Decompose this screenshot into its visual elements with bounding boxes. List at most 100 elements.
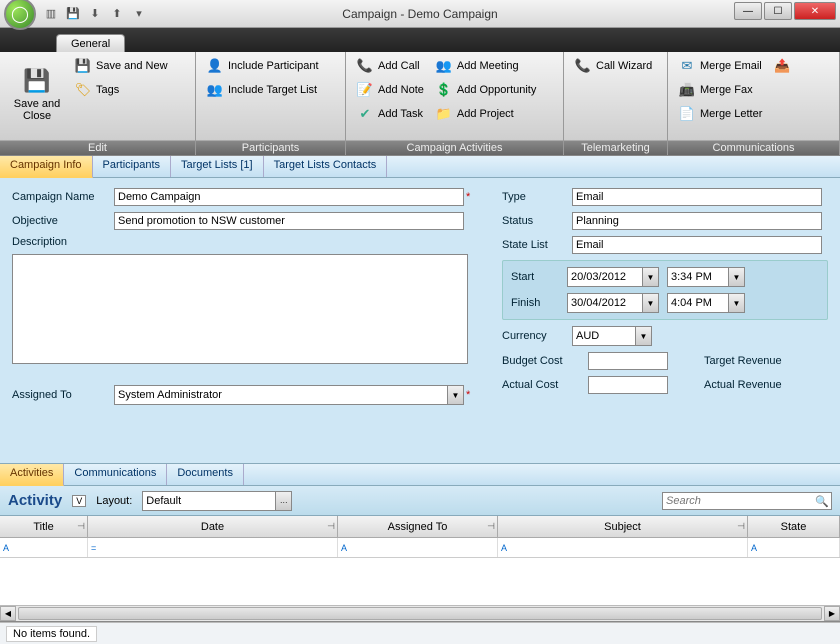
col-date[interactable]: Date⊣ [88,516,338,537]
tab-target-lists[interactable]: Target Lists [1] [171,156,264,177]
chevron-down-icon: ▼ [728,268,744,286]
include-target-list-button[interactable]: 👥Include Target List [202,79,324,101]
layout-combo[interactable]: Default… [142,491,292,511]
currency-combo[interactable]: AUD▼ [572,326,652,346]
qat-save-icon[interactable]: 💾 [64,5,82,23]
activity-view-toggle[interactable]: V [72,495,86,507]
required-marker [464,191,470,203]
filter-date[interactable]: = [88,538,338,557]
add-task-button[interactable]: ✔Add Task [352,103,429,125]
merge-fax-button[interactable]: 📠Merge Fax [674,79,767,101]
fax-icon: 📠 [679,82,695,98]
ribbon-group-telemarketing: 📞Call Wizard Telemarketing [564,52,668,155]
ribbon: 💾 Save and Close 💾Save and New 🏷Tags Edi… [0,52,840,156]
state-list-input[interactable] [572,236,822,254]
col-subject[interactable]: Subject⊣ [498,516,748,537]
tab-campaign-info[interactable]: Campaign Info [0,156,93,178]
assigned-to-combo[interactable]: System Administrator▼ [114,385,464,405]
filter-assigned[interactable]: A [338,538,498,557]
ribbon-group-activities: 📞Add Call 📝Add Note ✔Add Task 👥Add Meeti… [346,52,564,155]
chevron-down-icon: ▼ [642,268,658,286]
label-target-revenue: Target Revenue [704,355,804,367]
chevron-down-icon: ▼ [728,294,744,312]
tab-communications[interactable]: Communications [64,464,167,485]
form-tab-strip: Campaign Info Participants Target Lists … [0,156,840,178]
label-finish: Finish [511,297,567,309]
include-participant-button[interactable]: 👤Include Participant [202,55,324,77]
label-currency: Currency [502,330,572,342]
maximize-button[interactable]: ☐ [764,2,792,20]
filter-subject[interactable]: A [498,538,748,557]
label-start: Start [511,271,567,283]
note-icon: 📝 [357,82,373,98]
tab-documents[interactable]: Documents [167,464,244,485]
ribbon-tab-general[interactable]: General [56,34,125,52]
label-type: Type [502,191,572,203]
chevron-down-icon: ▼ [642,294,658,312]
app-orb[interactable]: ◯ [4,0,36,30]
label-description: Description [12,236,114,248]
horizontal-scrollbar[interactable]: ◀ ▶ [0,605,840,621]
wizard-icon: 📞 [575,58,591,74]
activity-grid: Title⊣ Date⊣ Assigned To⊣ Subject⊣ State… [0,516,840,622]
add-opportunity-button[interactable]: 💲Add Opportunity [431,79,542,101]
window-title: Campaign - Demo Campaign [342,7,497,21]
close-button[interactable]: ✕ [794,2,836,20]
budget-cost-input[interactable] [588,352,668,370]
tab-participants[interactable]: Participants [93,156,171,177]
campaign-name-input[interactable] [114,188,464,206]
scroll-right-icon[interactable]: ▶ [824,606,840,621]
tab-target-lists-contacts[interactable]: Target Lists Contacts [264,156,388,177]
scroll-thumb[interactable] [18,607,822,620]
label-campaign-name: Campaign Name [12,191,114,203]
finish-time-picker[interactable]: 4:04 PM▼ [667,293,745,313]
pin-icon: ⊣ [487,521,495,532]
tags-button[interactable]: 🏷Tags [70,79,173,101]
qat-dropdown-icon[interactable]: ▾ [130,5,148,23]
filter-state[interactable]: A [748,538,840,557]
ribbon-group-edit: 💾 Save and Close 💾Save and New 🏷Tags Edi… [0,52,196,155]
ribbon-group-communications: ✉Merge Email 📠Merge Fax 📄Merge Letter 📤 … [668,52,840,155]
qat-up-icon[interactable]: ⬆ [108,5,126,23]
filter-title[interactable]: A [0,538,88,557]
merge-email-button[interactable]: ✉Merge Email [674,55,767,77]
call-wizard-button[interactable]: 📞Call Wizard [570,55,657,77]
grid-body [0,558,840,605]
col-assigned-to[interactable]: Assigned To⊣ [338,516,498,537]
qat-new-icon[interactable]: ▥ [42,5,60,23]
save-new-icon: 💾 [75,58,91,74]
qat-down-icon[interactable]: ⬇ [86,5,104,23]
status-bar: No items found. [0,622,840,644]
finish-date-picker[interactable]: 30/04/2012▼ [567,293,659,313]
status-input[interactable] [572,212,822,230]
label-layout: Layout: [96,495,132,507]
minimize-button[interactable]: — [734,2,762,20]
add-note-button[interactable]: 📝Add Note [352,79,429,101]
scroll-left-icon[interactable]: ◀ [0,606,16,621]
col-state[interactable]: State [748,516,840,537]
add-meeting-button[interactable]: 👥Add Meeting [431,55,542,77]
start-date-picker[interactable]: 20/03/2012▼ [567,267,659,287]
save-and-close-button[interactable]: 💾 Save and Close [6,55,68,133]
search-icon[interactable]: 🔍 [815,495,829,508]
chevron-down-icon: ▼ [635,327,651,345]
start-time-picker[interactable]: 3:34 PM▼ [667,267,745,287]
col-title[interactable]: Title⊣ [0,516,88,537]
label-actual-revenue: Actual Revenue [704,379,804,391]
pin-icon: ⊣ [77,521,85,532]
label-budget-cost: Budget Cost [502,355,588,367]
search-input[interactable] [662,492,832,510]
status-text: No items found. [6,626,97,642]
actual-cost-input[interactable] [588,376,668,394]
label-actual-cost: Actual Cost [502,379,588,391]
campaign-form: Campaign Name Objective Description Assi… [0,178,840,464]
objective-input[interactable] [114,212,464,230]
merge-letter-button[interactable]: 📄Merge Letter [674,103,767,125]
description-textarea[interactable] [12,254,468,364]
tab-activities[interactable]: Activities [0,464,64,486]
type-input[interactable] [572,188,822,206]
add-call-button[interactable]: 📞Add Call [352,55,429,77]
add-project-button[interactable]: 📁Add Project [431,103,542,125]
save-and-new-button[interactable]: 💾Save and New [70,55,173,77]
comm-extra-button[interactable]: 📤 [769,55,795,77]
